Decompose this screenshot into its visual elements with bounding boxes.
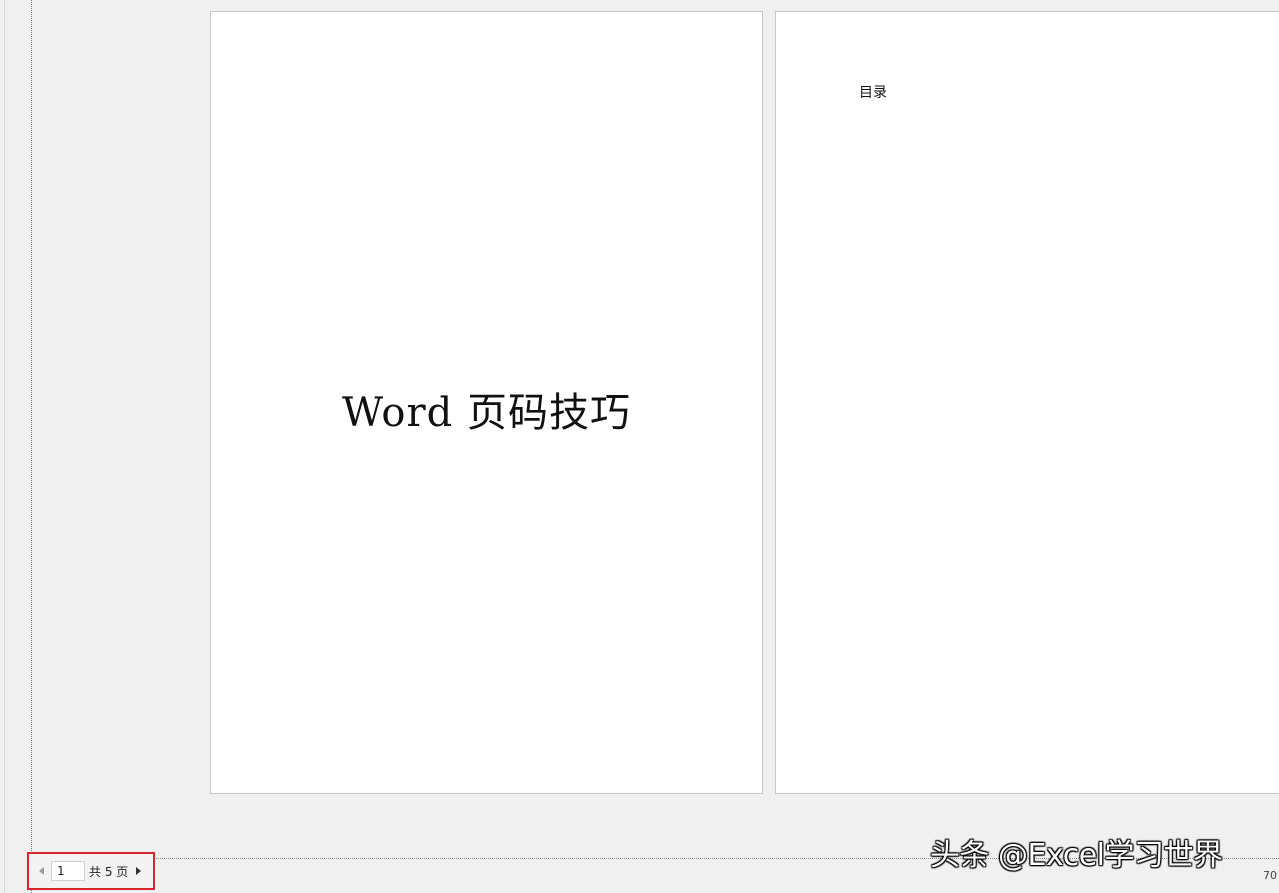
zoom-level[interactable]: 70 (1263, 869, 1279, 882)
cover-title: Word 页码技巧 (342, 390, 631, 436)
triangle-right-icon (136, 867, 142, 875)
toc-heading: 目录 (859, 85, 887, 101)
print-preview-window: Word 页码技巧 目录 共 5 页 70 头条 @Excel学习世界 (0, 0, 1279, 893)
next-page-button[interactable] (132, 860, 144, 882)
page-total-label: 共 5 页 (89, 864, 129, 879)
watermark-text: 头条 @Excel学习世界 (930, 838, 1223, 873)
left-margin-strip (0, 0, 32, 893)
preview-area[interactable]: Word 页码技巧 目录 (33, 0, 1279, 858)
left-margin-line (4, 0, 5, 893)
preview-page-1[interactable]: Word 页码技巧 (210, 11, 763, 794)
page-number-input[interactable] (51, 861, 85, 881)
triangle-left-icon (39, 867, 44, 875)
preview-page-2[interactable]: 目录 (775, 11, 1279, 794)
previous-page-button[interactable] (36, 860, 48, 882)
page-navigator: 共 5 页 (27, 852, 155, 890)
